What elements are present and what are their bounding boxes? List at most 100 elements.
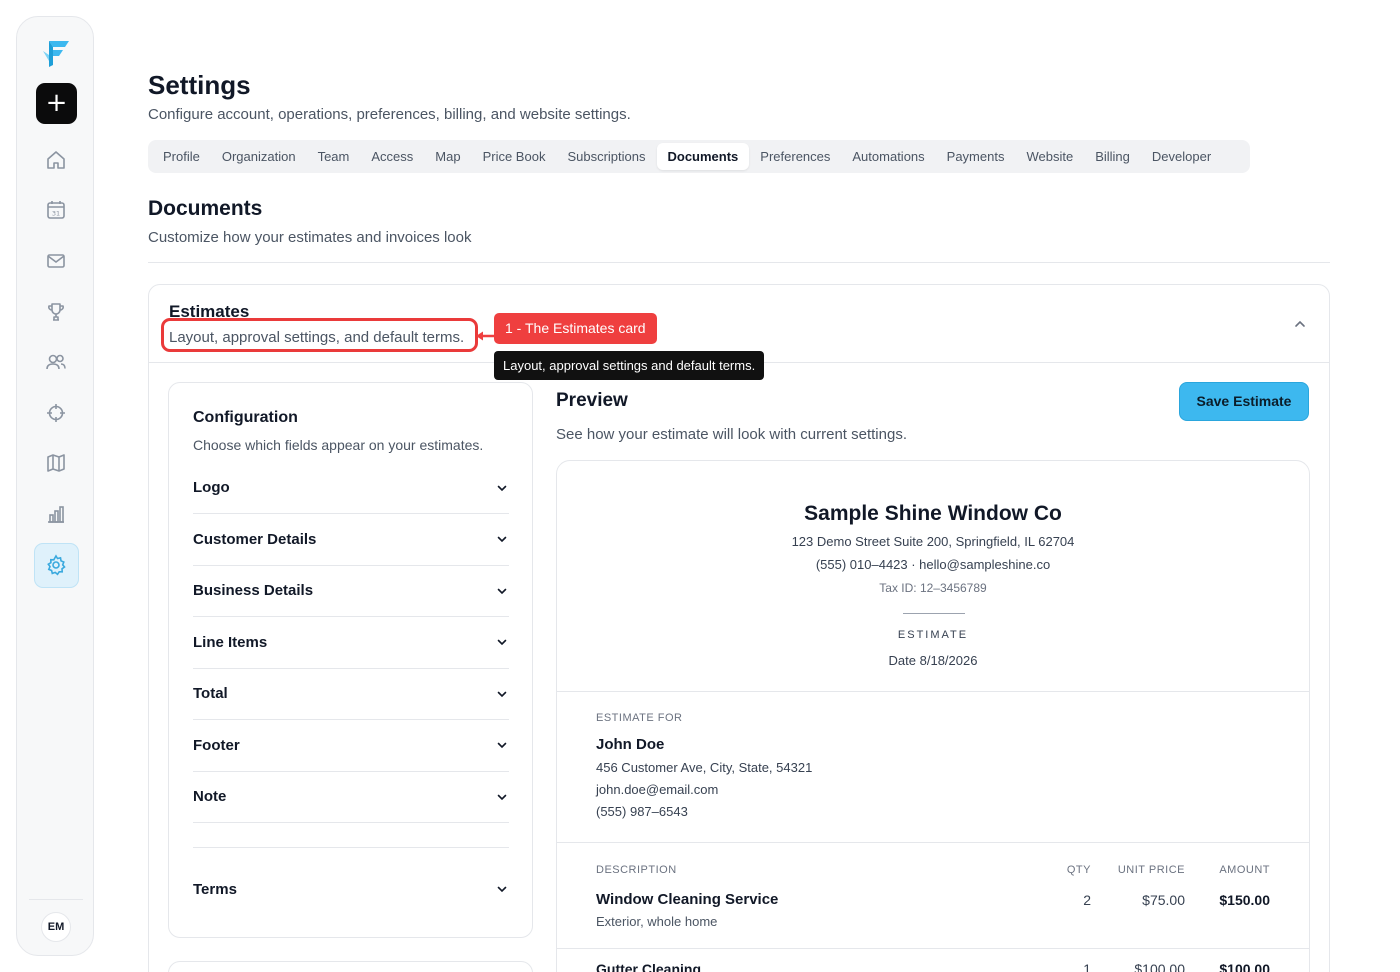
accordion-business-details[interactable]: Business Details bbox=[193, 565, 509, 617]
accordion-label: Note bbox=[193, 788, 227, 805]
estimate-preview-document: Sample Shine Window Co 123 Demo Street S… bbox=[556, 460, 1310, 972]
customer-email: john.doe@email.com bbox=[596, 782, 719, 797]
tab-payments[interactable]: Payments bbox=[936, 143, 1016, 170]
accordion-terms[interactable]: Terms bbox=[193, 863, 509, 915]
accordion-label: Business Details bbox=[193, 582, 314, 599]
chevron-down-icon bbox=[495, 584, 509, 598]
tab-team[interactable]: Team bbox=[307, 143, 361, 170]
tab-map[interactable]: Map bbox=[424, 143, 471, 170]
customer-address: 456 Customer Ave, City, State, 54321 bbox=[596, 760, 813, 775]
tab-automations[interactable]: Automations bbox=[841, 143, 935, 170]
section-subtitle: Customize how your estimates and invoice… bbox=[148, 229, 472, 246]
tooltip: Layout, approval settings and default te… bbox=[494, 351, 765, 380]
customer-name: John Doe bbox=[596, 736, 665, 753]
section-title: Documents bbox=[148, 197, 263, 220]
home-icon[interactable] bbox=[44, 148, 68, 172]
divider bbox=[193, 847, 509, 848]
tab-developer[interactable]: Developer bbox=[1141, 143, 1222, 170]
divider bbox=[148, 262, 1330, 263]
app-logo[interactable] bbox=[41, 37, 71, 69]
chevron-down-icon bbox=[495, 635, 509, 649]
tab-price-book[interactable]: Price Book bbox=[472, 143, 557, 170]
accordion-label: Total bbox=[193, 685, 228, 702]
preview-title: Preview bbox=[556, 390, 628, 411]
tab-profile[interactable]: Profile bbox=[152, 143, 211, 170]
business-tax-id: Tax ID: 12–3456789 bbox=[879, 581, 987, 595]
accordion-footer[interactable]: Footer bbox=[193, 720, 509, 772]
tab-preferences[interactable]: Preferences bbox=[749, 143, 841, 170]
customer-phone: (555) 987–6543 bbox=[596, 804, 688, 819]
accordion-total[interactable]: Total bbox=[193, 668, 509, 720]
gear-icon[interactable] bbox=[44, 553, 68, 577]
chevron-down-icon bbox=[495, 882, 509, 896]
column-header-qty: QTY bbox=[1066, 864, 1091, 876]
map-icon[interactable] bbox=[44, 451, 68, 475]
tab-website[interactable]: Website bbox=[1015, 143, 1084, 170]
column-header-description: DESCRIPTION bbox=[596, 864, 677, 876]
collapse-chevron-up-icon[interactable] bbox=[1291, 315, 1309, 333]
sidebar: + 31 EM bbox=[16, 16, 94, 956]
create-new-button[interactable]: + bbox=[36, 83, 77, 124]
business-contact: (555) 010–4423 · hello@sampleshine.co bbox=[815, 557, 1051, 572]
line-item-unit-price: $100.00 bbox=[1134, 961, 1185, 972]
tab-access[interactable]: Access bbox=[360, 143, 424, 170]
accordion-customer-details[interactable]: Customer Details bbox=[193, 514, 509, 566]
business-address: 123 Demo Street Suite 200, Springfield, … bbox=[791, 534, 1075, 549]
secondary-panel bbox=[168, 961, 533, 972]
annotation-label: 1 - The Estimates card bbox=[494, 313, 657, 344]
tab-documents[interactable]: Documents bbox=[656, 143, 750, 170]
tab-subscriptions[interactable]: Subscriptions bbox=[556, 143, 656, 170]
configuration-subtitle: Choose which fields appear on your estim… bbox=[193, 437, 484, 453]
preview-subtitle: See how your estimate will look with cur… bbox=[556, 426, 907, 443]
accordion-label: Logo bbox=[193, 479, 230, 496]
chevron-down-icon bbox=[495, 481, 509, 495]
users-icon[interactable] bbox=[44, 350, 68, 374]
accordion-label: Terms bbox=[193, 880, 237, 898]
accordion-label: Footer bbox=[193, 736, 240, 754]
line-item-unit-price: $75.00 bbox=[1142, 892, 1185, 908]
accordion-logo[interactable]: Logo bbox=[193, 462, 509, 514]
line-item-amount: $150.00 bbox=[1219, 892, 1270, 908]
estimate-for-label: ESTIMATE FOR bbox=[596, 712, 683, 724]
sidebar-divider bbox=[29, 899, 83, 900]
configuration-title: Configuration bbox=[193, 409, 298, 426]
accordion-label: Customer Details bbox=[193, 530, 317, 548]
chevron-down-icon bbox=[495, 532, 509, 546]
trophy-icon[interactable] bbox=[44, 300, 68, 324]
bar-chart-icon[interactable] bbox=[44, 502, 68, 526]
svg-text:31: 31 bbox=[52, 210, 60, 218]
line-item-qty: 1 bbox=[1083, 961, 1091, 972]
line-item-name: Gutter Cleaning bbox=[596, 961, 702, 972]
settings-tabs: Profile Organization Team Access Map Price Bo… bbox=[148, 140, 1250, 173]
chevron-down-icon bbox=[495, 790, 509, 804]
divider bbox=[557, 948, 1309, 949]
line-item-description: Exterior, whole home bbox=[596, 914, 718, 929]
tab-billing[interactable]: Billing bbox=[1084, 143, 1141, 170]
accordion-label: Line Items bbox=[193, 633, 268, 651]
column-header-amount: AMOUNT bbox=[1219, 864, 1270, 876]
page-subtitle: Configure account, operations, preferenc… bbox=[148, 106, 631, 123]
chevron-down-icon bbox=[495, 738, 509, 752]
accordion-note[interactable]: Note bbox=[193, 771, 509, 823]
line-item-name: Window Cleaning Service bbox=[596, 891, 779, 908]
divider bbox=[557, 842, 1309, 843]
annotation-arrow-icon bbox=[476, 331, 496, 341]
avatar[interactable]: EM bbox=[41, 912, 71, 942]
mail-icon[interactable] bbox=[44, 249, 68, 273]
annotation-highlight-box bbox=[161, 318, 478, 352]
divider bbox=[903, 613, 965, 614]
accordion-line-items[interactable]: Line Items bbox=[193, 617, 509, 669]
document-date: Date 8/18/2026 bbox=[888, 653, 978, 668]
line-item-qty: 2 bbox=[1083, 892, 1091, 908]
page-title: Settings bbox=[148, 70, 251, 100]
business-name: Sample Shine Window Co bbox=[804, 502, 1062, 525]
document-type: ESTIMATE bbox=[897, 629, 969, 641]
calendar-icon[interactable]: 31 bbox=[44, 198, 68, 222]
configuration-panel: Configuration Choose which fields appear… bbox=[168, 382, 533, 938]
chevron-down-icon bbox=[495, 687, 509, 701]
save-estimate-button[interactable]: Save Estimate bbox=[1179, 382, 1309, 421]
crosshair-icon[interactable] bbox=[44, 401, 68, 425]
divider bbox=[557, 691, 1309, 692]
tab-organization[interactable]: Organization bbox=[211, 143, 307, 170]
column-header-unit-price: UNIT PRICE bbox=[1117, 864, 1185, 876]
